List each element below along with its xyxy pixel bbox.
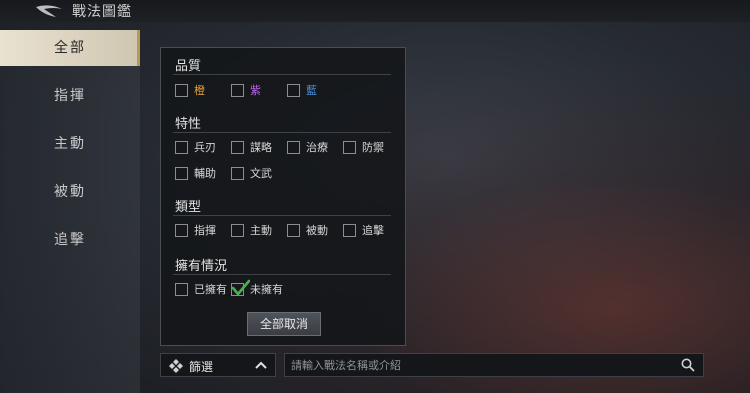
checkbox[interactable]	[343, 140, 356, 154]
page-title: 戰法圖鑑	[72, 4, 132, 20]
type-option-pursuit[interactable]: 追擊	[343, 221, 384, 239]
option-label: 已擁有	[194, 283, 227, 296]
chevron-up-icon	[255, 361, 267, 369]
divider	[173, 274, 391, 275]
checkbox[interactable]	[343, 223, 356, 237]
checkbox[interactable]	[175, 282, 188, 296]
top-bar: 戰法圖鑑	[0, 0, 750, 22]
trait-option-support[interactable]: 輔助	[175, 164, 216, 182]
trait-option-civil-martial[interactable]: 文武	[231, 164, 272, 182]
checkbox[interactable]	[175, 83, 188, 97]
filter-toggle-button[interactable]: 篩選	[160, 353, 276, 377]
sidebar-item-command[interactable]: 指揮	[0, 78, 140, 114]
sidebar-item-active[interactable]: 主動	[0, 126, 140, 162]
divider	[173, 215, 391, 216]
trait-option-strategy[interactable]: 謀略	[231, 138, 272, 156]
option-label: 防禦	[362, 141, 384, 154]
option-label: 未擁有	[250, 283, 283, 296]
type-option-passive[interactable]: 被動	[287, 221, 328, 239]
option-label: 指揮	[194, 224, 216, 237]
option-label: 主動	[250, 224, 272, 237]
option-label: 橙	[194, 84, 205, 97]
divider	[173, 74, 391, 75]
checkmark-icon	[232, 279, 250, 295]
category-sidebar: 全部 指揮 主動 被動 追擊	[0, 30, 140, 393]
option-label: 紫	[250, 84, 261, 97]
traits-section-title: 特性	[175, 117, 202, 132]
trait-option-heal[interactable]: 治療	[287, 138, 328, 156]
checkbox[interactable]	[231, 83, 244, 97]
checkbox[interactable]	[287, 83, 300, 97]
sidebar-item-all[interactable]: 全部	[0, 30, 140, 66]
quality-option-orange[interactable]: 橙	[175, 81, 205, 99]
quality-option-purple[interactable]: 紫	[231, 81, 261, 99]
quality-option-blue[interactable]: 藍	[287, 81, 317, 99]
option-label: 追擊	[362, 224, 384, 237]
checkbox[interactable]	[175, 140, 188, 154]
type-option-command[interactable]: 指揮	[175, 221, 216, 239]
checkbox[interactable]	[287, 140, 300, 154]
filter-label: 篩選	[189, 360, 214, 374]
option-label: 文武	[250, 167, 272, 180]
types-section-title: 類型	[175, 200, 202, 215]
checkbox[interactable]	[175, 223, 188, 237]
option-label: 兵刃	[194, 141, 216, 154]
option-label: 輔助	[194, 167, 216, 180]
ownership-option-not-owned[interactable]: 未擁有	[231, 279, 283, 298]
trait-option-defense[interactable]: 防禦	[343, 138, 384, 156]
clear-all-button[interactable]: 全部取消	[247, 312, 321, 336]
quality-section-title: 品質	[175, 59, 202, 74]
option-label: 被動	[306, 224, 328, 237]
diamond-filter-icon	[169, 359, 183, 373]
option-label: 治療	[306, 141, 328, 154]
divider	[173, 132, 391, 133]
sidebar-item-passive[interactable]: 被動	[0, 174, 140, 210]
checkbox[interactable]	[175, 166, 188, 180]
sidebar-item-pursuit[interactable]: 追擊	[0, 222, 140, 258]
checkbox[interactable]	[287, 223, 300, 237]
option-label: 藍	[306, 84, 317, 97]
checkbox-checked[interactable]	[231, 279, 250, 296]
checkbox[interactable]	[231, 166, 244, 180]
back-arrow-icon[interactable]	[34, 3, 64, 19]
ownership-option-owned[interactable]: 已擁有	[175, 280, 227, 298]
checkbox[interactable]	[231, 140, 244, 154]
option-label: 謀略	[250, 141, 272, 154]
search-bar	[284, 353, 704, 377]
search-icon[interactable]	[681, 358, 695, 372]
ownership-section-title: 擁有情況	[175, 259, 228, 274]
search-input[interactable]	[291, 357, 671, 373]
checkbox[interactable]	[231, 223, 244, 237]
type-option-active[interactable]: 主動	[231, 221, 272, 239]
trait-option-blade[interactable]: 兵刃	[175, 138, 216, 156]
filter-panel: 品質 橙 紫 藍 特性 兵刃 謀略 治療 防禦 輔助 文武 類型 指揮 主動 被…	[160, 47, 406, 346]
